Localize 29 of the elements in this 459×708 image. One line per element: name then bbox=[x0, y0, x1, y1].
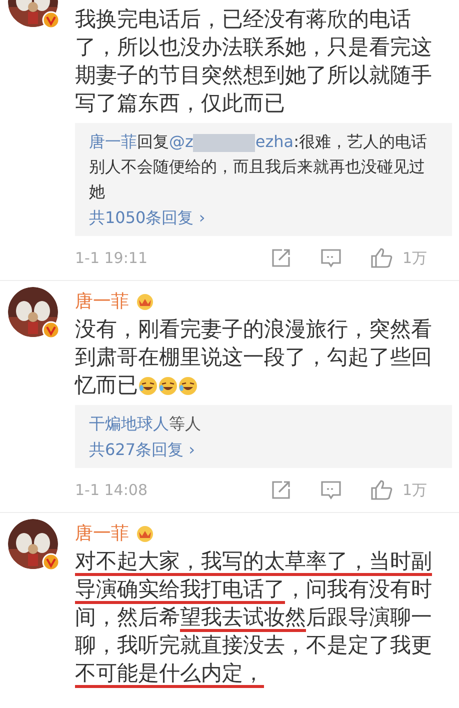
verified-badge-icon bbox=[42, 553, 60, 571]
laughing-emoji-icon bbox=[178, 376, 198, 396]
share-icon[interactable] bbox=[270, 479, 292, 501]
verified-badge-icon bbox=[42, 11, 60, 29]
timestamp: 1-1 19:11 bbox=[75, 248, 148, 269]
comment-text: 没有，刚看完妻子的浪漫旅行，突然看到肃哥在棚里说这一段了，勾起了些回忆而已 bbox=[75, 316, 433, 399]
laughing-emoji-icon bbox=[138, 376, 158, 396]
user-name[interactable]: 唐一菲 bbox=[75, 288, 129, 314]
comment-icon[interactable] bbox=[320, 479, 342, 501]
comment-text: 我换完电话后，已经没有蒋欣的电话了，所以也没办法联系她，只是看完这期妻子的节目突然想到她了所以就随手写了篇东西，仅此而已 bbox=[75, 6, 433, 117]
more-replies-link[interactable]: 共627条回复 › bbox=[89, 438, 438, 462]
share-icon[interactable] bbox=[270, 247, 292, 269]
comment-text: 对不起大家，我写的太草率了，当时副导演确实给我打电话了，问我有没有时间，然后希望我去试妆然后跟导演聊一聊，我听完就直接没去，不是定了我更 不可能是什么内定， bbox=[75, 547, 435, 687]
like-count: 1万 bbox=[402, 480, 427, 501]
crown-icon bbox=[135, 292, 155, 310]
timestamp: 1-1 14:08 bbox=[75, 480, 148, 501]
reply-summary: 干煸地球人等人 bbox=[89, 413, 202, 435]
reply-text: 唐一菲回复@z ezha:很难，艺人的电话别人不会随便给的，而且我后来就再也没碰见过她 bbox=[89, 131, 428, 203]
like-icon[interactable] bbox=[370, 247, 394, 269]
avatar[interactable] bbox=[8, 287, 58, 337]
avatar[interactable] bbox=[8, 519, 58, 569]
comment-icon[interactable] bbox=[320, 247, 342, 269]
user-name[interactable]: 唐一菲 bbox=[75, 520, 129, 546]
more-replies-link[interactable]: 共1050条回复 › bbox=[89, 206, 438, 230]
like-count: 1万 bbox=[402, 248, 427, 269]
like-icon[interactable] bbox=[370, 479, 394, 501]
verified-badge-icon bbox=[42, 321, 60, 339]
crown-icon bbox=[135, 524, 155, 542]
laughing-emoji-icon bbox=[158, 376, 178, 396]
